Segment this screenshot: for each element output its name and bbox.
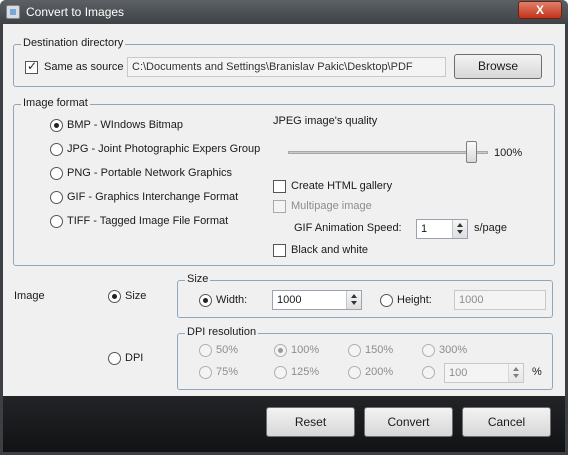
width-spinner[interactable] <box>346 291 361 309</box>
dpi-percent-sign: % <box>532 366 542 378</box>
multipage-image-checkbox[interactable] <box>273 200 286 213</box>
dpi-label-50: 50% <box>216 344 239 356</box>
image-format-legend: Image format <box>21 97 90 109</box>
dpi-radio-75[interactable] <box>199 366 212 379</box>
dpi-label-300: 300% <box>439 344 468 356</box>
dpi-radio-100[interactable] <box>274 344 287 357</box>
format-radio-tiff[interactable] <box>50 215 63 228</box>
dpi-label-75: 75% <box>216 366 239 378</box>
format-radio-bmp[interactable] <box>50 119 63 132</box>
app-icon <box>6 5 20 19</box>
format-label-png: PNG - Portable Network Graphics <box>67 167 233 179</box>
format-radio-png[interactable] <box>50 167 63 180</box>
button-bar: Reset Convert Cancel <box>3 396 565 452</box>
jpeg-quality-slider-track[interactable] <box>288 151 488 154</box>
size-height-value: 1000 <box>459 294 484 306</box>
dpi-radio-50[interactable] <box>199 344 212 357</box>
destination-directory-legend: Destination directory <box>21 37 126 49</box>
jpeg-quality-label: JPEG image's quality <box>273 115 378 127</box>
format-label-bmp: BMP - WIndows Bitmap <box>67 119 183 131</box>
dpi-radio-150[interactable] <box>348 344 361 357</box>
image-size-radio[interactable] <box>108 290 121 303</box>
size-width-radio[interactable] <box>199 294 212 307</box>
size-height-input[interactable]: 1000 <box>454 290 546 310</box>
format-label-gif: GIF - Graphics Interchange Format <box>67 191 239 203</box>
dpi-label-150: 150% <box>365 344 394 356</box>
gif-speed-spinner[interactable] <box>452 220 467 238</box>
size-legend: Size <box>185 273 211 285</box>
convert-to-images-window: Convert to Images X Destination director… <box>0 0 568 455</box>
dpi-radio-300[interactable] <box>422 344 435 357</box>
reset-button[interactable]: Reset <box>266 407 355 437</box>
dpi-label-200: 200% <box>365 366 394 378</box>
create-html-gallery-label: Create HTML gallery <box>291 180 393 192</box>
cancel-button[interactable]: Cancel <box>462 407 551 437</box>
image-size-radio-label: Size <box>125 290 147 302</box>
black-and-white-checkbox[interactable] <box>273 244 286 257</box>
gif-animation-speed-label: GIF Animation Speed: <box>294 222 402 234</box>
black-and-white-label: Black and white <box>291 244 369 256</box>
dpi-radio-125[interactable] <box>274 366 287 379</box>
format-radio-jpg[interactable] <box>50 143 63 156</box>
size-height-radio[interactable] <box>380 294 393 307</box>
format-radio-gif[interactable] <box>50 191 63 204</box>
gif-animation-speed-unit: s/page <box>474 222 508 234</box>
image-dpi-radio-label: DPI <box>125 352 144 364</box>
jpeg-quality-value: 100% <box>494 147 523 159</box>
convert-button[interactable]: Convert <box>364 407 453 437</box>
dpi-label-100: 100% <box>291 344 320 356</box>
multipage-image-label: Multipage image <box>291 200 372 212</box>
same-as-source-label: Same as source <box>44 61 124 73</box>
image-dpi-radio[interactable] <box>108 352 121 365</box>
format-label-tiff: TIFF - Tagged Image File Format <box>67 215 229 227</box>
browse-button[interactable]: Browse <box>454 54 542 79</box>
format-label-jpg: JPG - Joint Photographic Expers Group <box>67 143 261 155</box>
title-bar[interactable]: Convert to Images X <box>0 0 568 24</box>
destination-path-field[interactable]: C:\Documents and Settings\Branislav Paki… <box>127 57 446 77</box>
dpi-radio-200[interactable] <box>348 366 361 379</box>
dpi-label-125: 125% <box>291 366 320 378</box>
jpeg-quality-slider-thumb[interactable] <box>466 141 477 163</box>
image-section-label: Image <box>14 290 45 302</box>
size-width-value: 1000 <box>277 294 302 306</box>
create-html-gallery-checkbox[interactable] <box>273 180 286 193</box>
window-title: Convert to Images <box>26 5 125 19</box>
close-button[interactable]: X <box>518 1 562 19</box>
dpi-resolution-legend: DPI resolution <box>185 326 259 338</box>
size-width-label: Width: <box>216 294 248 306</box>
dpi-custom-spinner[interactable] <box>508 364 523 382</box>
gif-animation-speed-value: 1 <box>421 223 428 235</box>
dpi-custom-value: 100 <box>449 367 468 379</box>
same-as-source-checkbox[interactable] <box>25 59 38 74</box>
size-height-label: Height: <box>397 294 432 306</box>
dialog-body: Destination directory Same as source C:\… <box>3 24 565 396</box>
dpi-radio-custom[interactable] <box>422 366 435 379</box>
